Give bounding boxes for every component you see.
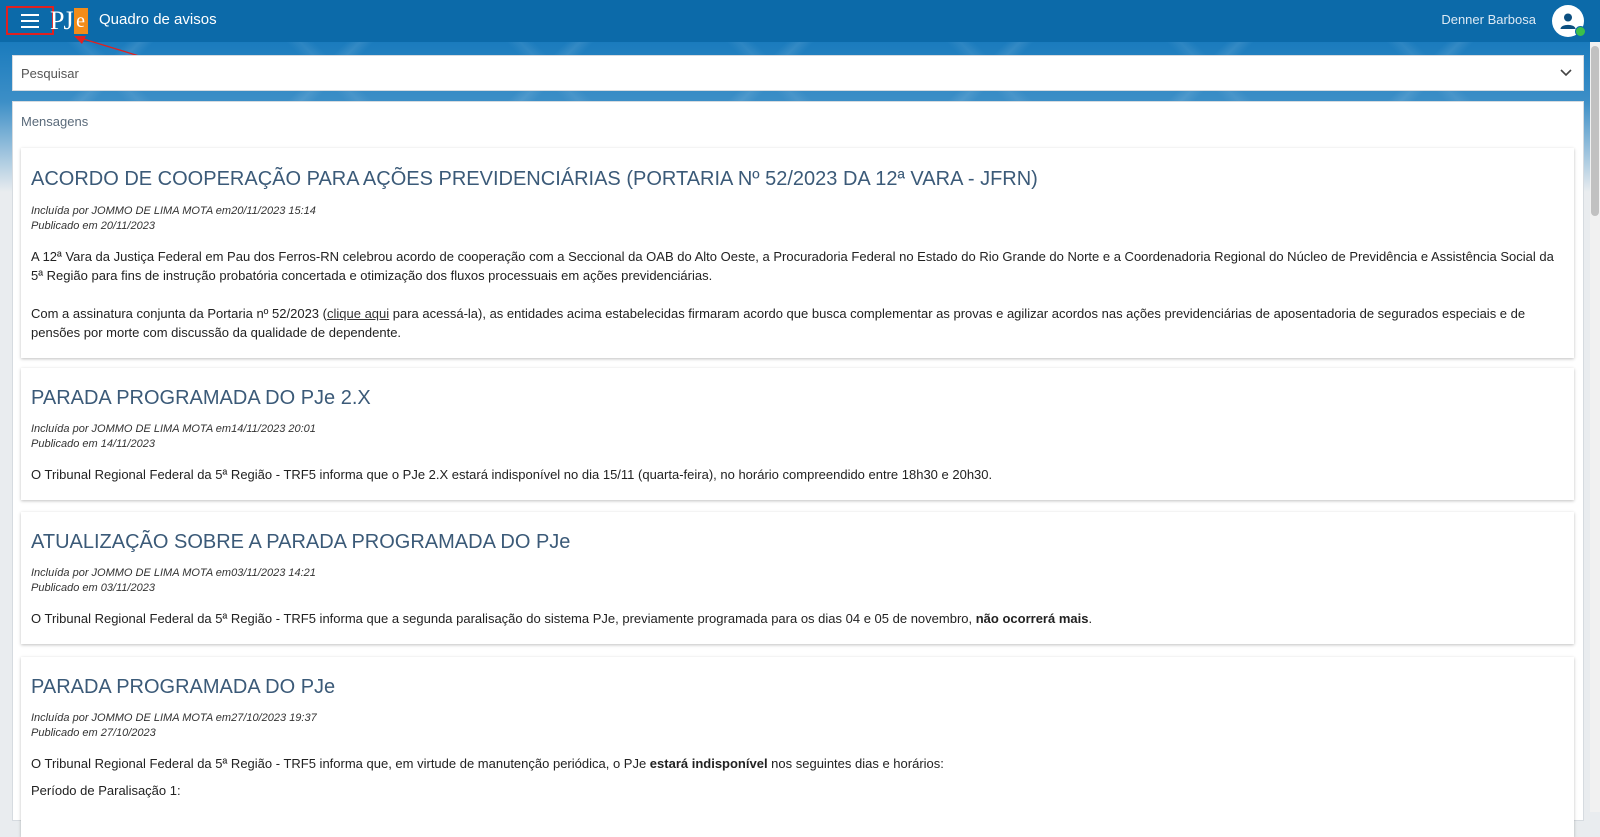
message-card: ACORDO DE COOPERAÇÃO PARA AÇÕES PREVIDEN… [21,148,1574,358]
message-body: O Tribunal Regional Federal da 5ª Região… [31,754,1556,800]
message-included: Incluída por JOMMO DE LIMA MOTA em14/11/… [31,423,316,435]
message-card: PARADA PROGRAMADA DO PJe 2.X Incluída po… [21,368,1574,500]
message-published: Publicado em 20/11/2023 [31,220,155,232]
message-paragraph: Período de Paralisação 1: [31,783,181,798]
user-name[interactable]: Denner Barbosa [1441,12,1536,27]
message-meta: Incluída por JOMMO DE LIMA MOTA em20/11/… [31,204,316,234]
message-text: O Tribunal Regional Federal da 5ª Região… [31,611,976,626]
portaria-link[interactable]: clique aqui [327,306,389,321]
scrollbar-thumb[interactable] [1591,46,1599,216]
messages-heading: Mensagens [21,114,89,129]
message-meta: Incluída por JOMMO DE LIMA MOTA em27/10/… [31,711,317,741]
avatar[interactable] [1552,5,1586,37]
message-bold-text: estará indisponível [649,756,768,771]
message-paragraph: Com a assinatura conjunta da Portaria nº… [31,304,1556,342]
message-included: Incluída por JOMMO DE LIMA MOTA em03/11/… [31,567,316,579]
message-text: nos seguintes dias e horários: [767,756,944,771]
message-title: PARADA PROGRAMADA DO PJe 2.X [31,387,371,409]
message-title: PARADA PROGRAMADA DO PJe [31,676,336,698]
search-panel-label: Pesquisar [21,66,79,81]
message-published: Publicado em 27/10/2023 [31,727,156,739]
user-icon [1560,13,1576,29]
logo-text: PJ [50,6,74,35]
hamburger-icon [21,13,39,28]
message-title: ACORDO DE COOPERAÇÃO PARA AÇÕES PREVIDEN… [31,168,1038,190]
message-bold-text: não ocorrerá mais [975,611,1089,626]
message-paragraph: O Tribunal Regional Federal da 5ª Região… [31,467,993,482]
search-panel[interactable]: Pesquisar [12,55,1584,91]
online-status-dot [1575,26,1586,37]
message-paragraph: A 12ª Vara da Justiça Federal em Pau dos… [31,249,1554,283]
pje-logo[interactable]: PJ e [50,4,88,38]
top-bar [0,0,1600,42]
message-published: Publicado em 14/11/2023 [31,438,155,450]
message-meta: Incluída por JOMMO DE LIMA MOTA em14/11/… [31,422,316,452]
message-text: O Tribunal Regional Federal da 5ª Região… [31,756,650,771]
page-title: Quadro de avisos [99,11,217,28]
chevron-down-icon[interactable] [1559,66,1573,80]
page-scrollbar[interactable] [1590,42,1600,812]
message-included: Incluída por JOMMO DE LIMA MOTA em20/11/… [31,205,316,217]
message-card: ATUALIZAÇÃO SOBRE A PARADA PROGRAMADA DO… [21,512,1574,644]
message-title: ATUALIZAÇÃO SOBRE A PARADA PROGRAMADA DO… [31,531,571,553]
message-card: PARADA PROGRAMADA DO PJe Incluída por JO… [21,657,1574,837]
message-text: Com a assinatura conjunta da Portaria nº… [31,306,327,321]
message-body: O Tribunal Regional Federal da 5ª Região… [31,465,1556,484]
message-meta: Incluída por JOMMO DE LIMA MOTA em03/11/… [31,566,316,596]
message-published: Publicado em 03/11/2023 [31,582,155,594]
logo-accent: e [73,8,88,34]
messages-panel: Mensagens ACORDO DE COOPERAÇÃO PARA AÇÕE… [12,101,1584,837]
message-included: Incluída por JOMMO DE LIMA MOTA em27/10/… [31,712,317,724]
message-body: A 12ª Vara da Justiça Federal em Pau dos… [31,247,1556,342]
message-body: O Tribunal Regional Federal da 5ª Região… [31,609,1556,628]
message-paragraph: O Tribunal Regional Federal da 5ª Região… [31,754,1556,773]
message-paragraph: O Tribunal Regional Federal da 5ª Região… [31,609,1556,628]
message-text: . [1088,611,1093,626]
menu-button[interactable] [6,6,54,35]
